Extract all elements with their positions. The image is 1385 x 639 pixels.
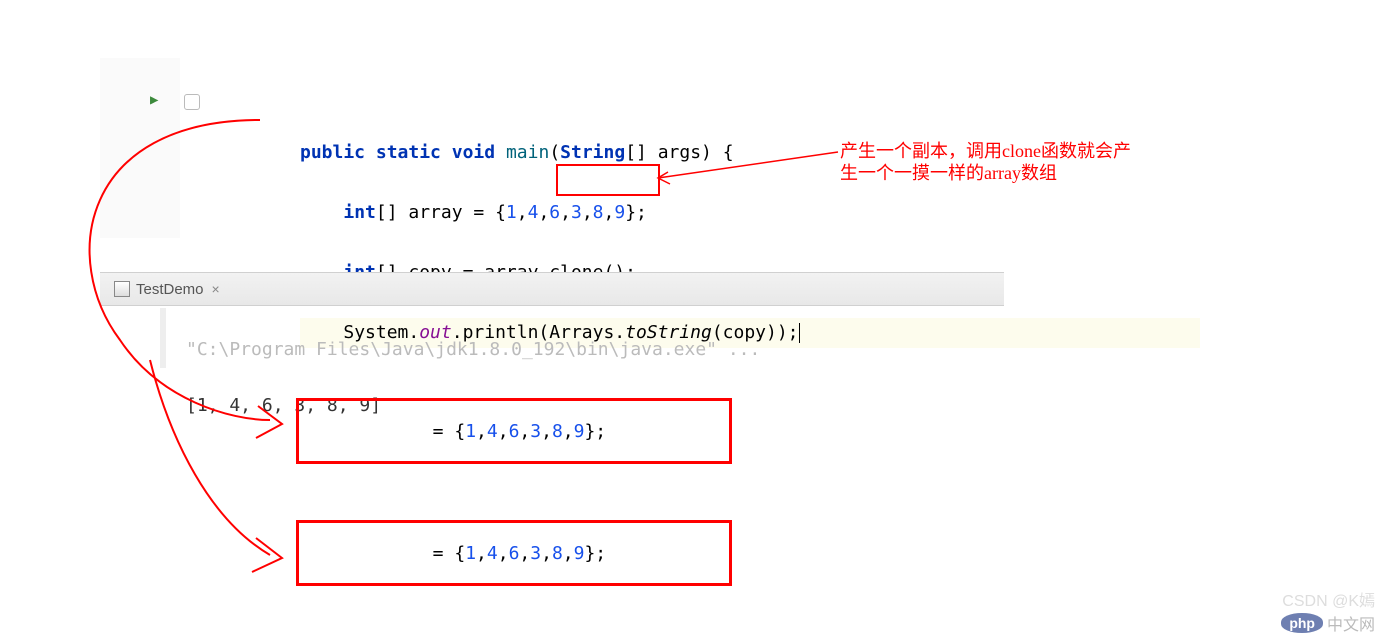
clone-highlight-box [556, 164, 660, 196]
tab-name[interactable]: TestDemo [136, 281, 204, 298]
text-cursor [799, 323, 800, 343]
run-icon[interactable]: ▶ [150, 92, 158, 108]
annotation-text: 产生一个副本，调用clone函数就会产 生一个一摸一样的array数组 [840, 140, 1131, 184]
array-copy-box-2: = {1,4,6,3,8,9}; [296, 520, 732, 586]
csdn-watermark: CSDN @K嫣 [1282, 587, 1375, 611]
run-tab-bar: TestDemo × [100, 272, 1004, 306]
console-gutter [160, 308, 166, 368]
php-logo-icon: php [1281, 613, 1323, 633]
tab-close-icon[interactable]: × [212, 281, 220, 297]
tab-icon [114, 281, 130, 297]
gutter-row [100, 58, 180, 88]
gutter-row: ▶ [100, 88, 180, 118]
array-copy-box-1: = {1,4,6,3,8,9}; [296, 398, 732, 464]
gutter-row [100, 118, 180, 148]
code-line-2: int[] array = {1,4,6,3,8,9}; [300, 198, 1200, 228]
gutter-row [100, 148, 180, 178]
fold-icon[interactable] [184, 94, 200, 110]
editor-gutter: ▶ [100, 58, 180, 238]
gutter-row [100, 208, 180, 238]
gutter-row [100, 178, 180, 208]
console-line-1: "C:\Program Files\Java\jdk1.8.0_192\bin\… [186, 336, 760, 364]
php-watermark: php 中文网 [1281, 611, 1375, 635]
